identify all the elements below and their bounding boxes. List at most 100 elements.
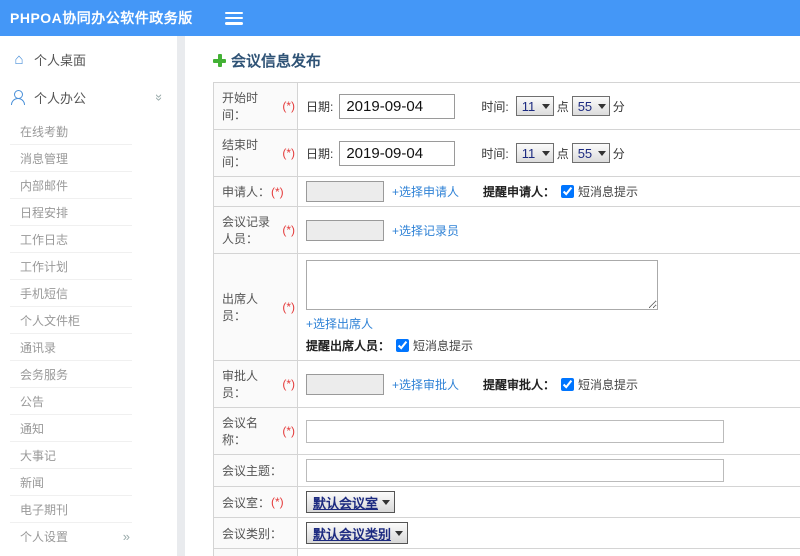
meeting-name-input[interactable] — [306, 419, 724, 443]
form-row-end-time: 结束时间： (*) 日期: 时间: 11 点 55 分 — [214, 130, 800, 177]
sidebar-item[interactable]: 公告 — [10, 388, 132, 415]
date-label: 日期: — [306, 146, 334, 161]
meeting-form: 开始时间： (*) 日期: 时间: 11 点 55 分 结束时间： (*) 日期: … — [213, 82, 800, 556]
minute-unit: 分 — [612, 146, 625, 161]
choose-applicant-link[interactable]: +选择申请人 — [392, 183, 459, 200]
field-label: 结束时间： — [222, 138, 259, 169]
sms-label: 短消息提示 — [578, 377, 639, 392]
required-marker: (*) — [282, 300, 295, 314]
sidebar-item[interactable]: 在线考勤 — [10, 118, 132, 145]
home-icon: ⌂ — [14, 50, 24, 68]
hour-unit: 点 — [556, 146, 569, 161]
hour-unit: 点 — [556, 99, 569, 114]
sidebar-item-label: 消息管理 — [20, 151, 69, 166]
main-panel: 会议信息发布 开始时间： (*) 日期: 时间: 11 点 55 分 结束时间： (… — [185, 36, 800, 556]
sidebar-item-label: 内部邮件 — [20, 178, 69, 193]
field-label: 会议室： — [222, 495, 271, 510]
sidebar-item[interactable]: 工作计划 — [10, 253, 132, 280]
sidebar-item-label: 在线考勤 — [20, 124, 69, 139]
sidebar-item-label: 通讯录 — [20, 340, 57, 355]
sidebar-item[interactable]: 工作日志 — [10, 226, 132, 253]
form-row-meeting-subject: 会议主题： — [214, 455, 800, 487]
sidebar-item-label: 工作计划 — [20, 259, 69, 274]
page-title: 会议信息发布 — [213, 50, 800, 71]
sidebar-sub-list: 在线考勤消息管理内部邮件日程安排工作日志工作计划手机短信 个人文件柜通讯录会务服务… — [10, 118, 132, 550]
field-label: 会议类别： — [222, 526, 283, 541]
required-marker: (*) — [282, 223, 295, 237]
sidebar-item-label: 个人设置 — [20, 530, 69, 544]
sidebar-item[interactable]: 手机短信 — [10, 280, 132, 307]
start-hour-select[interactable]: 11 — [515, 96, 554, 116]
app-title: PHPOA协同办公软件政务版 — [10, 10, 193, 26]
start-date-input[interactable] — [339, 93, 456, 119]
user-icon — [10, 89, 25, 105]
sidebar-item[interactable]: 会务服务 — [10, 361, 132, 388]
time-label: 时间: — [481, 99, 509, 114]
choose-recorder-link[interactable]: +选择记录员 — [392, 222, 459, 239]
form-row-recorder: 会议记录人员： (*) +选择记录员 — [214, 207, 800, 254]
end-minute-select[interactable]: 55 — [571, 143, 610, 163]
sidebar-item-label: 新闻 — [20, 475, 45, 490]
sidebar-item-label: 工作日志 — [20, 232, 69, 247]
plus-icon — [213, 54, 226, 67]
form-row-applicant: 申请人： (*) +选择申请人 提醒申请人： 短消息提示 — [214, 177, 800, 207]
sidebar-item[interactable]: 日程安排 — [10, 199, 132, 226]
sidebar-item[interactable]: 大事记 — [10, 442, 132, 469]
approver-input[interactable] — [306, 373, 384, 395]
meeting-room-select[interactable]: 默认会议室 — [306, 491, 396, 513]
sidebar-item-desktop[interactable]: ⌂ 个人桌面 — [0, 40, 177, 78]
sidebar-item[interactable]: 新闻 — [10, 469, 132, 496]
field-label: 会议主题： — [222, 464, 283, 478]
sidebar-item-supervision[interactable]: ⇄ 督查督办 » — [0, 550, 177, 556]
sidebar-item-label: 个人办公 — [34, 90, 87, 106]
sidebar-item[interactable]: 内部邮件 — [10, 172, 132, 199]
meeting-category-select[interactable]: 默认会议类别 — [306, 522, 409, 544]
applicant-input[interactable] — [306, 181, 384, 202]
field-label: 申请人： — [222, 185, 271, 199]
date-label: 日期: — [306, 99, 334, 114]
chevron-down-icon: » — [151, 93, 167, 101]
form-row-editor: HTML↶↷BIUAABCX²X₂✦66Aab 自定义标题段落格式字体字号 — [214, 549, 800, 556]
sidebar-item[interactable]: 通知 — [10, 415, 132, 442]
sms-reminder-checkbox[interactable] — [396, 339, 410, 352]
time-label: 时间: — [481, 146, 509, 161]
form-row-meeting-category: 会议类别： 默认会议类别 — [214, 518, 800, 549]
dropdown-arrow-icon — [597, 103, 606, 109]
sidebar-item[interactable]: 个人设置 » — [10, 523, 132, 550]
required-marker: (*) — [282, 146, 295, 160]
sidebar-item-label: 会务服务 — [20, 367, 69, 382]
required-marker: (*) — [271, 184, 284, 199]
dropdown-arrow-icon — [382, 499, 391, 505]
choose-approver-link[interactable]: +选择审批人 — [392, 376, 459, 393]
choose-attendees-link[interactable]: +选择出席人 — [306, 315, 373, 332]
sidebar-item-label: 通知 — [20, 421, 45, 436]
required-marker: (*) — [271, 495, 284, 509]
sidebar-item[interactable]: 电子期刊 — [10, 496, 132, 523]
sms-reminder-checkbox[interactable] — [561, 377, 575, 391]
menu-toggle-icon[interactable] — [224, 11, 243, 25]
sidebar-item-label: 公告 — [20, 394, 45, 409]
form-row-attendees: 出席人员： (*) +选择出席人 提醒出席人员： 短消息提示 — [214, 254, 800, 361]
field-label: 出席人员： — [222, 292, 259, 323]
end-hour-select[interactable]: 11 — [515, 143, 554, 163]
sidebar-item[interactable]: 通讯录 — [10, 334, 132, 361]
top-header: PHPOA协同办公软件政务版 — [0, 0, 800, 36]
attendees-textarea[interactable] — [306, 260, 658, 310]
meeting-subject-input[interactable] — [306, 459, 724, 482]
sidebar-item[interactable]: 消息管理 — [10, 145, 132, 172]
reminder-label: 提醒出席人员： — [306, 339, 391, 353]
recorder-input[interactable] — [306, 219, 384, 241]
chevron-right-icon: » — [122, 529, 130, 544]
sidebar-item-label: 个人桌面 — [34, 52, 87, 68]
form-row-start-time: 开始时间： (*) 日期: 时间: 11 点 55 分 — [214, 83, 800, 130]
dropdown-arrow-icon — [541, 150, 550, 156]
start-minute-select[interactable]: 55 — [571, 96, 610, 116]
sidebar: ⌂ 个人桌面 个人办公 » 在线考勤消息管理内部邮件日程安排工作日志工作计划手机… — [0, 36, 177, 556]
field-label: 审批人员： — [222, 369, 259, 400]
form-row-approver: 审批人员： (*) +选择审批人 提醒审批人： 短消息提示 — [214, 361, 800, 408]
sidebar-item[interactable]: 个人文件柜 — [10, 307, 132, 334]
sidebar-item-office[interactable]: 个人办公 » — [0, 78, 177, 116]
end-date-input[interactable] — [339, 140, 456, 166]
dropdown-arrow-icon — [541, 103, 550, 109]
sms-reminder-checkbox[interactable] — [561, 185, 575, 198]
